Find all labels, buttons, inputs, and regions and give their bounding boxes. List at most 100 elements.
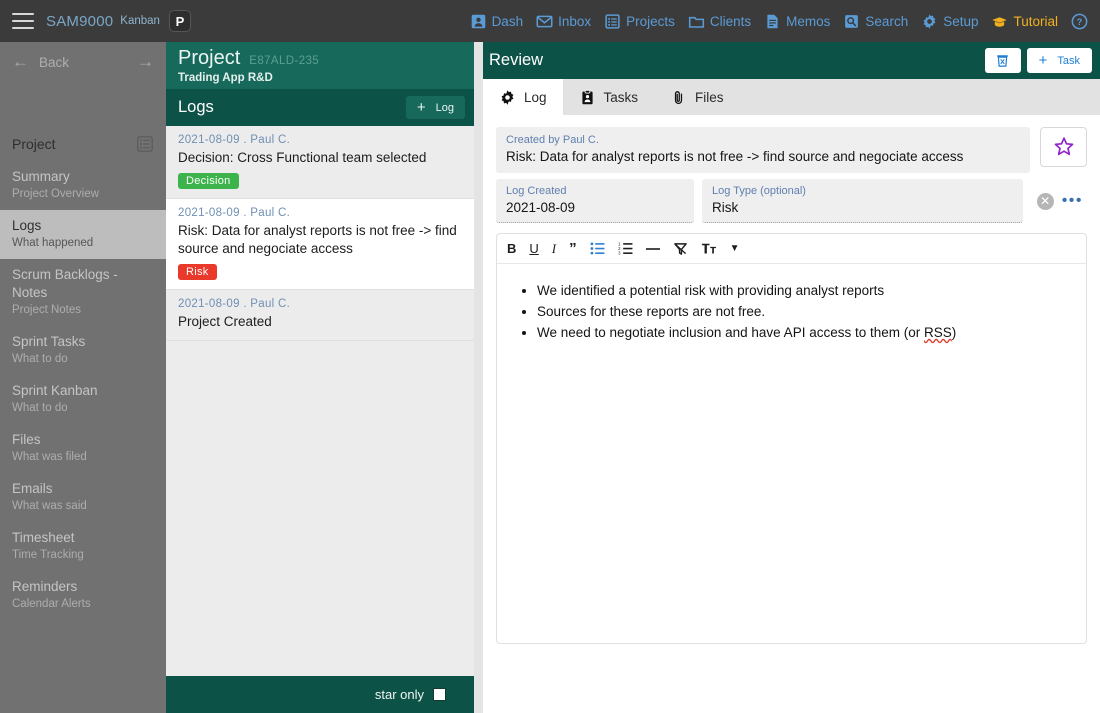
project-subtitle: Trading App R&D — [178, 72, 273, 84]
nav-item-projects[interactable]: Projects — [604, 13, 675, 30]
sidebar-item-label: Files — [12, 432, 41, 447]
user-card-icon — [471, 14, 485, 28]
detail-row-title: Created by Paul C. Risk: Data for analys… — [496, 127, 1087, 173]
folder-icon — [688, 16, 704, 28]
delete-button[interactable] — [984, 48, 1021, 73]
log-type-field[interactable]: Log Type (optional) Risk — [702, 179, 1023, 223]
italic-icon[interactable]: I — [552, 241, 556, 257]
rich-text-editor[interactable]: B U I ” 1 2 3 ▼ • We identified a potent… — [496, 233, 1087, 644]
log-created-field[interactable]: Log Created 2021-08-09 — [496, 179, 694, 223]
text-size-icon[interactable] — [701, 242, 717, 255]
log-list[interactable]: 2021-08-09 . Paul C. Decision: Cross Fun… — [166, 126, 474, 686]
nav-label-projects: Projects — [626, 13, 675, 29]
bullet-list-glyph — [590, 242, 605, 255]
star-only-checkbox[interactable] — [433, 688, 446, 701]
sidebar-item-sprint-tasks[interactable]: Sprint Tasks What to do — [0, 326, 166, 375]
review-panel: Review + Task Log Tasks Files Created by… — [483, 42, 1100, 713]
more-dots-icon[interactable]: ••• — [1062, 193, 1083, 209]
log-list-item[interactable]: 2021-08-09 . Paul C. Risk: Data for anal… — [166, 199, 474, 290]
nav-label-dash: Dash — [491, 13, 524, 29]
nav-item-dash[interactable]: Dash — [470, 13, 524, 30]
paperclip-icon — [674, 90, 683, 104]
add-task-button[interactable]: + Task — [1026, 48, 1092, 73]
sidebar-item-timesheet[interactable]: Timesheet Time Tracking — [0, 522, 166, 571]
sidebar-item-summary[interactable]: Summary Project Overview — [0, 161, 166, 210]
log-list-item[interactable]: 2021-08-09 . Paul C. Project Created — [166, 290, 474, 341]
x-circle-icon[interactable]: ✕ — [1036, 192, 1054, 210]
log-list-item[interactable]: 2021-08-09 . Paul C. Decision: Cross Fun… — [166, 126, 474, 199]
add-log-button[interactable]: + Log — [405, 96, 465, 119]
star-only-label: star only — [374, 687, 424, 702]
clipboard-icon — [581, 89, 593, 104]
graduation-cap-icon — [992, 16, 1008, 27]
nav-item-memos[interactable]: Memos — [764, 13, 830, 30]
log-detail: Created by Paul C. Risk: Data for analys… — [483, 115, 1100, 644]
sidebar-section-label: Project — [12, 136, 56, 152]
nav-item-inbox[interactable]: Inbox — [536, 13, 591, 30]
nav-item-setup[interactable]: Setup — [921, 13, 978, 30]
underline-icon[interactable]: U — [529, 241, 538, 256]
arrow-right-icon[interactable]: → — [137, 52, 154, 72]
app-root: SAM9000 Kanban P Dash Inbox Projects Cli… — [0, 0, 1100, 713]
clear-format-icon[interactable] — [673, 242, 688, 256]
sidebar-item-scrum-backlogs-notes[interactable]: Scrum Backlogs - Notes Project Notes — [0, 259, 166, 326]
nav-item-clients[interactable]: Clients — [688, 13, 751, 30]
logs-title: Logs — [178, 98, 214, 116]
log-item-meta: 2021-08-09 . Paul C. — [178, 134, 291, 146]
add-task-label: Task — [1057, 54, 1080, 67]
sidebar-item-logs[interactable]: Logs What happened — [0, 210, 166, 259]
log-type-controls: ✕ ••• — [1031, 179, 1087, 223]
sidebar-item-label: Sprint Kanban — [12, 383, 98, 398]
sidebar: ← Back → Project Summary Project Overvie… — [0, 42, 166, 713]
nav-item-tutorial[interactable]: Tutorial — [991, 13, 1058, 30]
horizontal-rule-icon[interactable] — [645, 244, 660, 254]
sidebar-item-label: Summary — [12, 169, 70, 184]
star-outline-icon — [1054, 137, 1073, 156]
clear-format-glyph — [673, 242, 687, 255]
nav-item-search[interactable]: Search — [843, 13, 908, 30]
editor-bullet: Sources for these reports are not free. — [537, 301, 1068, 322]
quote-icon[interactable]: ” — [569, 241, 577, 256]
tab-tasks[interactable]: Tasks — [563, 79, 655, 115]
page-title: Project — [178, 47, 241, 69]
sidebar-item-sub: What to do — [12, 353, 68, 365]
list-grid-icon[interactable] — [136, 135, 154, 153]
star-button[interactable] — [1040, 127, 1087, 167]
project-badge[interactable]: P — [168, 10, 191, 32]
sidebar-item-reminders[interactable]: Reminders Calendar Alerts — [0, 571, 166, 620]
bold-icon[interactable]: B — [507, 241, 516, 256]
review-title: Review — [489, 51, 544, 69]
editor-bullet: We need to negotiate inclusion and have … — [537, 322, 1068, 343]
nav-label-inbox: Inbox — [558, 13, 592, 29]
tab-log[interactable]: Log — [483, 79, 563, 115]
brand-name[interactable]: SAM9000 — [46, 13, 113, 30]
brand-subtitle: Kanban — [120, 15, 160, 27]
sidebar-item-label: Reminders — [12, 579, 78, 594]
trash-icon — [997, 55, 1008, 67]
editor-body[interactable]: We identified a potential risk with prov… — [497, 264, 1086, 359]
tab-files[interactable]: Files — [654, 79, 740, 115]
sidebar-item-sub: Calendar Alerts — [12, 598, 91, 610]
plus-icon: + — [1038, 52, 1048, 69]
column-gutter — [474, 42, 483, 713]
project-title-row: Project E87ALD-235 — [178, 47, 462, 70]
log-created-label: Log Created — [506, 185, 567, 197]
sidebar-item-files[interactable]: Files What was filed — [0, 424, 166, 473]
sidebar-item-label: Emails — [12, 481, 53, 496]
numbered-list-icon[interactable]: 1 2 3 — [618, 242, 633, 255]
sidebar-item-sub: Time Tracking — [12, 549, 84, 561]
chevron-down-icon[interactable]: ▼ — [730, 243, 740, 254]
hamburger-icon[interactable] — [12, 13, 34, 29]
sidebar-item-emails[interactable]: Emails What was said — [0, 473, 166, 522]
text-size-glyph — [701, 243, 716, 254]
bullet-list-icon[interactable] — [590, 242, 605, 255]
log-title-field[interactable]: Created by Paul C. Risk: Data for analys… — [496, 127, 1030, 173]
detail-row-meta: Log Created 2021-08-09 Log Type (optiona… — [496, 179, 1087, 223]
review-toolbar: Review + Task — [483, 42, 1100, 79]
question-circle-icon[interactable]: ? — [1071, 13, 1088, 30]
sidebar-back-button[interactable]: ← Back → — [0, 42, 166, 82]
spellcheck-token: RSS — [924, 325, 952, 340]
sidebar-item-sprint-kanban[interactable]: Sprint Kanban What to do — [0, 375, 166, 424]
nav-label-memos: Memos — [786, 13, 831, 29]
